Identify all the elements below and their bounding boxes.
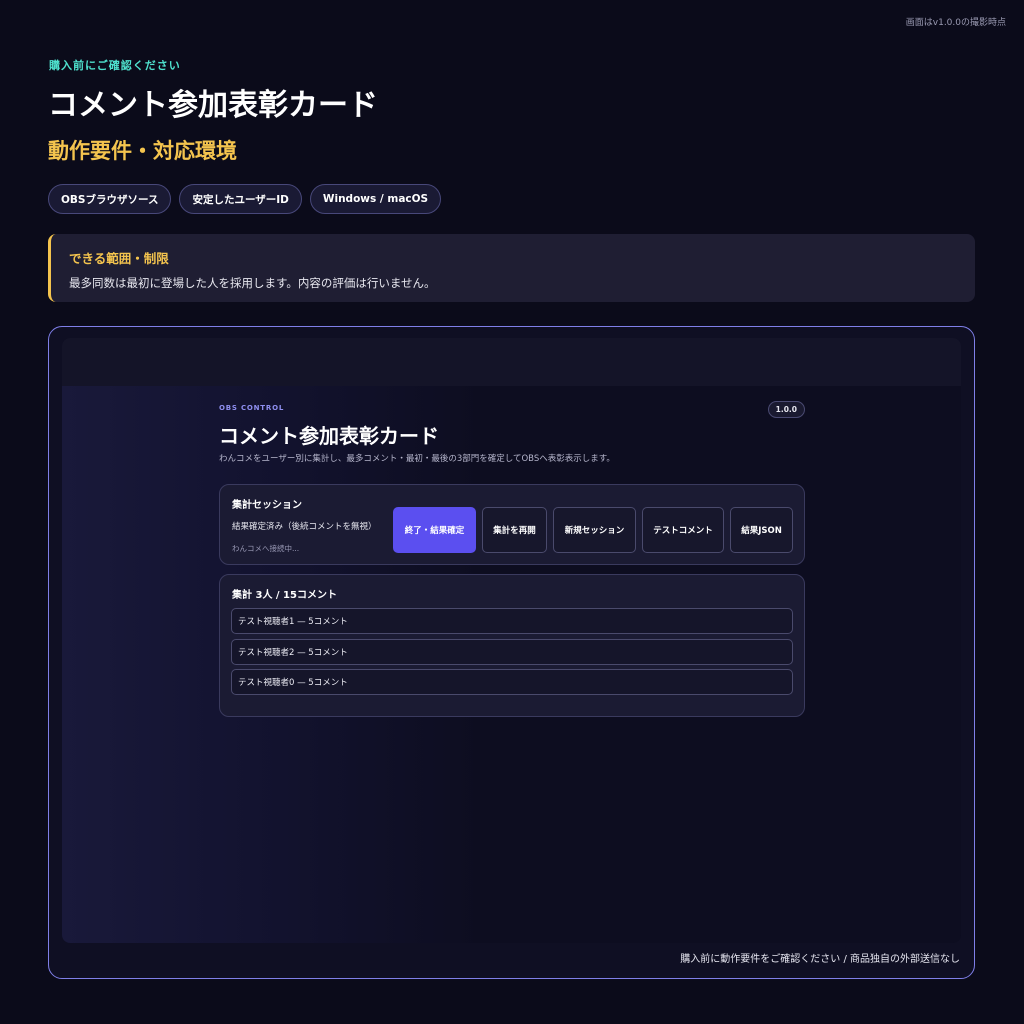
tag-stable-user-id: 安定したユーザーID bbox=[179, 184, 302, 214]
session-title: 集計セッション bbox=[232, 500, 302, 511]
summary-title: 集計 3人 / 15コメント bbox=[232, 590, 337, 601]
tag-obs-browser-source: OBSブラウザソース bbox=[48, 184, 172, 214]
viewer-row: テスト視聴者1 — 5コメント bbox=[231, 608, 793, 634]
page-subtitle: 動作要件・対応環境 bbox=[48, 139, 237, 163]
viewer-row: テスト視聴者0 — 5コメント bbox=[231, 669, 793, 695]
summary-panel: 集計 3人 / 15コメント テスト視聴者1 — 5コメント テスト視聴者2 —… bbox=[219, 574, 805, 717]
requirement-tags: OBSブラウザソース 安定したユーザーID Windows / macOS bbox=[48, 184, 442, 214]
viewer-row: テスト視聴者2 — 5コメント bbox=[231, 639, 793, 665]
screenshot-top-bar bbox=[62, 338, 961, 386]
eyebrow-label: 購入前にご確認ください bbox=[49, 59, 181, 72]
limits-title: できる範囲・制限 bbox=[69, 251, 169, 266]
session-panel: 集計セッション 結果確定済み（後続コメントを無視） わんコメへ接続中... 終了… bbox=[219, 484, 805, 565]
screenshot-frame: OBS CONTROL 1.0.0 コメント参加表彰カード わんコメをユーザー別… bbox=[48, 326, 975, 979]
app-description: わんコメをユーザー別に集計し、最多コメント・最初・最後の3部門を確定してOBSへ… bbox=[219, 454, 615, 464]
resume-count-button[interactable]: 集計を再開 bbox=[482, 507, 547, 553]
result-json-button[interactable]: 結果JSON bbox=[730, 507, 793, 553]
session-status: 結果確定済み（後続コメントを無視） bbox=[232, 522, 377, 532]
app-screenshot: OBS CONTROL 1.0.0 コメント参加表彰カード わんコメをユーザー別… bbox=[62, 338, 961, 943]
limits-text: 最多同数は最初に登場した人を採用します。内容の評価は行いません。 bbox=[69, 276, 436, 290]
tag-os-support: Windows / macOS bbox=[309, 184, 442, 214]
page-title: コメント参加表彰カード bbox=[48, 88, 378, 123]
app-eyebrow: OBS CONTROL bbox=[219, 404, 285, 412]
version-badge: 1.0.0 bbox=[767, 401, 805, 418]
frame-footer-note: 購入前に動作要件をご確認ください / 商品独自の外部送信なし bbox=[680, 954, 960, 965]
new-session-button[interactable]: 新規セッション bbox=[553, 507, 636, 553]
finish-confirm-button[interactable]: 終了・結果確定 bbox=[393, 507, 476, 553]
limits-callout: できる範囲・制限 最多同数は最初に登場した人を採用します。内容の評価は行いません… bbox=[48, 234, 975, 302]
version-note: 画面はv1.0.0の撮影時点 bbox=[905, 18, 1006, 28]
connection-status: わんコメへ接続中... bbox=[232, 544, 300, 553]
test-comment-button[interactable]: テストコメント bbox=[642, 507, 724, 553]
app-title: コメント参加表彰カード bbox=[219, 424, 439, 448]
